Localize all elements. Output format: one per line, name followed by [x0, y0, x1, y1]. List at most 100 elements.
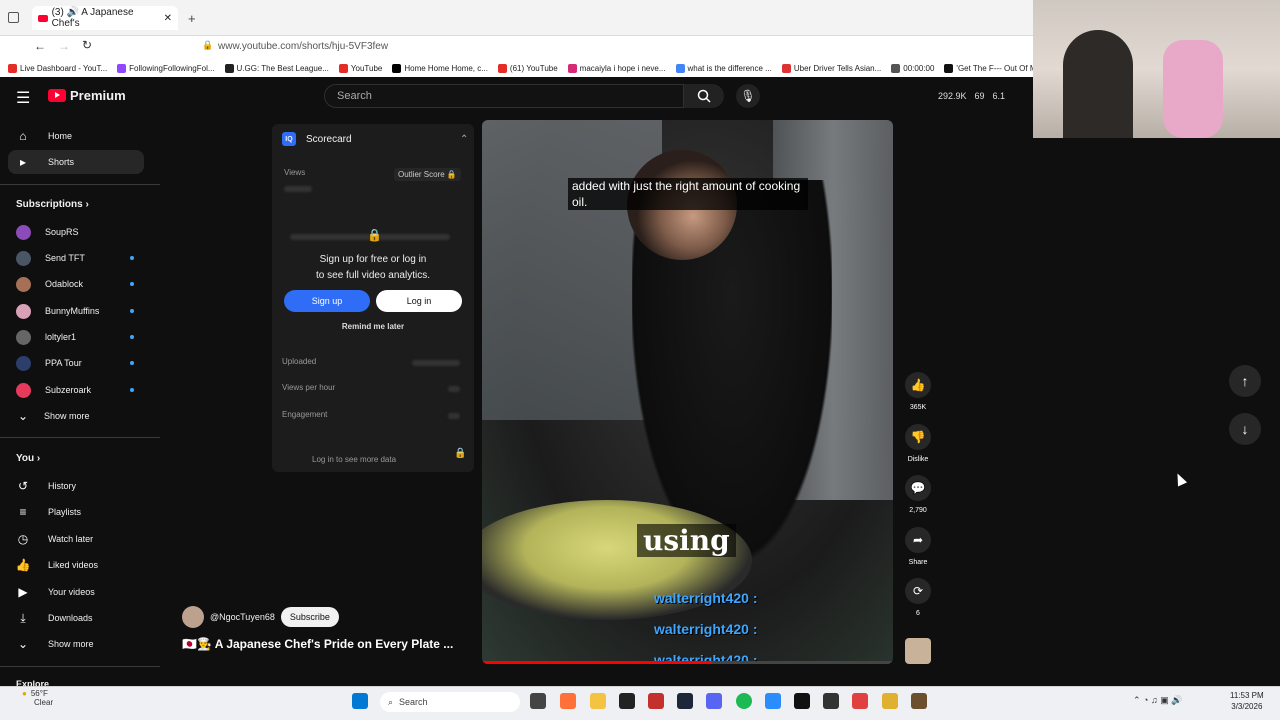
bookmark-item[interactable]: (61) YouTube	[497, 64, 558, 73]
search-button[interactable]	[684, 84, 724, 108]
show-more-you[interactable]: ⌄ Show more	[8, 632, 144, 656]
app-icon[interactable]	[882, 693, 898, 709]
weather-widget[interactable]: ● 56°F Clear	[22, 689, 53, 707]
sidebar-item-history[interactable]: ↺ History	[8, 474, 144, 498]
dislike-button[interactable]: 👎 Dislike	[904, 424, 932, 463]
login-more-text: Log in to see more data	[312, 455, 397, 464]
bookmark-item[interactable]: YouTube	[338, 64, 382, 73]
channel-name[interactable]: @NgocTuyen68	[210, 612, 275, 622]
video-progress-bar[interactable]	[482, 661, 893, 664]
search-icon: ⌕	[388, 696, 394, 707]
blurred-value	[448, 413, 460, 419]
bookmark-item[interactable]: 'Get The F--- Out Of M...	[944, 64, 1033, 73]
subscription-item[interactable]: PPA Tour	[16, 354, 136, 372]
bookmark-item[interactable]: FollowingFollowingFol...	[117, 64, 215, 73]
share-button[interactable]: ➦ Share	[904, 527, 932, 566]
bookmark-item[interactable]: Uber Driver Tells Asian...	[781, 64, 881, 73]
remix-button[interactable]: ⟳ 6	[904, 578, 932, 617]
search-input[interactable]: Search	[324, 84, 684, 108]
app-icon[interactable]	[765, 693, 781, 709]
history-icon: ↺	[17, 479, 29, 493]
sound-thumbnail[interactable]	[905, 638, 931, 664]
bookmark-item[interactable]: U.GG: The Best League...	[224, 64, 329, 73]
browser-tab[interactable]: (3) 🔊 A Japanese Chef's ✕	[32, 6, 178, 30]
sign-up-button[interactable]: Sign up	[284, 290, 370, 312]
video-overlay-word: using	[637, 524, 736, 557]
app-icon[interactable]	[823, 693, 839, 709]
task-view-icon[interactable]	[530, 693, 546, 709]
sidebar-item-watch-later[interactable]: ◷ Watch later	[8, 527, 144, 551]
steam-icon[interactable]	[677, 693, 693, 709]
subscription-item[interactable]: BunnyMuffins	[16, 302, 136, 320]
forward-icon[interactable]: →	[58, 39, 70, 53]
collapse-icon[interactable]: ⌃	[460, 134, 468, 145]
channel-avatar	[16, 276, 31, 292]
subscription-item[interactable]: Subzeroark	[16, 381, 136, 399]
taskbar-clock[interactable]: 11:53 PM 3/3/2026	[1230, 690, 1264, 712]
url-field[interactable]: www.youtube.com/shorts/hju-5VF3few	[218, 41, 388, 52]
next-short-button[interactable]: ↓	[1229, 413, 1261, 445]
sidebar-item-your-videos[interactable]: ▶ Your videos	[8, 580, 144, 604]
system-tray-icons[interactable]: ⌃ ◔ ♫ ▣ 🔊	[1133, 695, 1182, 706]
back-icon[interactable]: ←	[34, 39, 46, 53]
video-title[interactable]: 🇯🇵👨‍🍳 A Japanese Chef's Pride on Every P…	[182, 637, 453, 651]
bookmark-item[interactable]: 00:00:00	[891, 64, 934, 73]
subscription-item[interactable]: Odablock	[16, 275, 136, 293]
taskbar-search[interactable]: ⌕ Search	[380, 692, 520, 712]
subscription-item[interactable]: loltyler1	[16, 328, 136, 346]
app-icon[interactable]	[911, 693, 927, 709]
subscriptions-heading[interactable]: Subscriptions ›	[16, 199, 89, 210]
show-more-subscriptions[interactable]: ⌄ Show more	[16, 407, 136, 425]
channel-info: @NgocTuyen68 Subscribe	[182, 606, 339, 628]
sidebar-item-home[interactable]: ⌂ Home	[8, 124, 144, 148]
file-explorer-icon[interactable]	[590, 693, 606, 709]
app-icon[interactable]	[648, 693, 664, 709]
menu-icon[interactable]: ☰	[16, 88, 32, 108]
channel-avatar	[16, 355, 31, 371]
reload-icon[interactable]: ↻	[82, 38, 92, 52]
tab-actions-icon[interactable]	[8, 12, 19, 23]
subscription-item[interactable]: Send TFT	[16, 249, 136, 267]
thumbs-up-icon: 👍	[905, 372, 931, 398]
bookmark-item[interactable]: macaiyla i hope i neve...	[567, 64, 666, 73]
sidebar-item-shorts[interactable]: ▸ Shorts	[8, 150, 144, 174]
playlists-icon: ≡	[19, 505, 27, 519]
channel-avatar[interactable]	[182, 606, 204, 628]
remind-later-button[interactable]: Remind me later	[292, 322, 454, 331]
bookmark-item[interactable]: Live Dashboard - YouT...	[8, 64, 107, 73]
comments-button[interactable]: 💬 2,790	[904, 475, 932, 514]
bookmarks-bar: Live Dashboard - YouT... FollowingFollow…	[0, 60, 1033, 77]
views-label: Views	[284, 168, 306, 177]
sidebar-item-downloads[interactable]: ⤓ Downloads	[8, 606, 144, 630]
close-tab-icon[interactable]: ✕	[164, 13, 172, 24]
youtube-premium-logo[interactable]: Premium	[48, 88, 126, 103]
like-button[interactable]: 👍 365K	[904, 372, 932, 411]
voice-search-button[interactable]: 🎙	[736, 84, 760, 108]
you-heading[interactable]: You ›	[16, 453, 40, 464]
bookmark-item[interactable]: what is the difference ...	[675, 64, 772, 73]
subscription-item[interactable]: SoupRS	[16, 223, 136, 241]
subscribe-button[interactable]: Subscribe	[280, 607, 339, 627]
app-icon[interactable]	[852, 693, 868, 709]
shorts-video-player[interactable]: added with just the right amount of cook…	[482, 120, 893, 664]
app-icon[interactable]	[619, 693, 635, 709]
home-icon: ⌂	[19, 129, 27, 143]
bookmark-item[interactable]: Home Home Home, c...	[392, 64, 488, 73]
app-icon[interactable]	[794, 693, 810, 709]
remix-icon: ⟳	[905, 578, 931, 604]
sidebar-item-liked-videos[interactable]: 👍 Liked videos	[8, 553, 144, 577]
lock-icon: 🔒	[454, 448, 467, 459]
spotify-icon[interactable]	[736, 693, 752, 709]
new-tab-icon[interactable]: +	[188, 11, 196, 26]
download-icon: ⤓	[20, 610, 26, 625]
discord-icon[interactable]	[706, 693, 722, 709]
outlier-score-badge[interactable]: Outlier Score 🔒	[394, 168, 461, 181]
sidebar-item-playlists[interactable]: ≡ Playlists	[8, 500, 144, 524]
iq-logo-icon: IQ	[282, 132, 296, 146]
log-in-button[interactable]: Log in	[376, 290, 462, 312]
chevron-down-icon: ⌄	[17, 409, 29, 423]
start-icon[interactable]	[352, 693, 368, 709]
youtube-logo-icon	[48, 89, 66, 102]
firefox-icon[interactable]	[560, 693, 576, 709]
previous-short-button[interactable]: ↑	[1229, 365, 1261, 397]
